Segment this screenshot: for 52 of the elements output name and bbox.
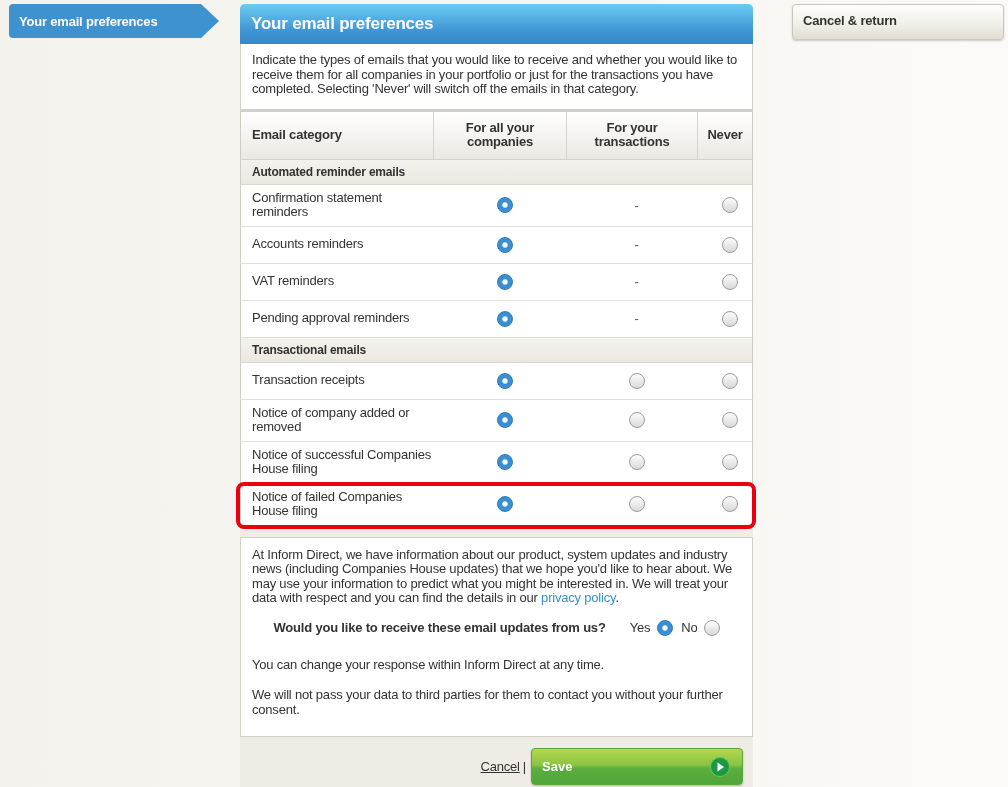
email-category-label: Notice of successful Companies House filing <box>251 445 432 478</box>
cancel-return-button[interactable]: Cancel & return <box>792 4 1004 40</box>
marketing-paragraph: At Inform Direct, we have information about our product, system updates and industry news (including Companies House updates) that we hope you'd like to hear about. We may use your information to predict what you might be interested in. We will treat your data with respect and you can find the details in our privacy policy. <box>252 547 734 606</box>
play-circle-icon <box>710 756 730 777</box>
radio-button[interactable] <box>496 454 513 470</box>
radio-button[interactable] <box>496 310 513 327</box>
panel-title: Your email preferences <box>251 14 434 34</box>
column-header: For your transactions <box>566 111 697 159</box>
radio-button[interactable] <box>721 496 738 512</box>
radio-button[interactable] <box>721 273 738 290</box>
dash-text: - <box>634 274 639 289</box>
email-category-label: Transaction receipts <box>251 371 366 390</box>
column-header: Email category <box>251 125 343 144</box>
radio-button[interactable] <box>657 619 674 636</box>
radio-button[interactable] <box>628 454 645 470</box>
radio-button[interactable] <box>721 197 738 213</box>
radio-button[interactable] <box>721 372 738 389</box>
note-text: You can change your response within Inform Direct at any time. <box>252 657 606 672</box>
radio-button[interactable] <box>496 412 513 428</box>
column-header: For all your companies <box>433 111 566 159</box>
consent-question: Would you like to receive these email updates from us? <box>273 620 606 635</box>
cancel-link[interactable]: Cancel <box>480 759 520 774</box>
option-label[interactable]: Yes <box>629 620 651 635</box>
radio-button[interactable] <box>628 372 645 389</box>
email-category-label: Notice of company added or removed <box>251 403 411 436</box>
radio-button[interactable] <box>496 372 513 389</box>
radio-button[interactable] <box>721 236 738 253</box>
radio-button[interactable] <box>704 619 721 636</box>
radio-button[interactable] <box>628 412 645 428</box>
group-header: Automated reminder emails <box>240 159 753 185</box>
radio-button[interactable] <box>496 273 513 290</box>
group-header: Transactional emails <box>240 337 753 363</box>
radio-button[interactable] <box>721 454 738 470</box>
dash-text: - <box>634 237 639 252</box>
radio-button[interactable] <box>721 310 738 327</box>
radio-button[interactable] <box>628 496 645 512</box>
column-header: Never <box>697 111 752 159</box>
note-text: We will not pass your data to third parties for them to contact you without your further consent. <box>252 688 724 717</box>
email-category-label: Notice of failed Companies House filing <box>251 487 404 520</box>
radio-button[interactable] <box>496 236 513 253</box>
dash-text: - <box>634 311 639 326</box>
radio-button[interactable] <box>496 197 513 213</box>
radio-button[interactable] <box>496 496 513 512</box>
email-category-label: Confirmation statement reminders <box>251 188 383 221</box>
email-category-label: VAT reminders <box>251 272 335 291</box>
radio-button[interactable] <box>721 412 738 428</box>
dash-text: - <box>634 197 639 213</box>
intro-text: Indicate the types of emails that you would like to receive and whether you would like to receive them for all companies in your portfolio or just for the transactions you have completed. Selecting 'Never' will switch off the emails in that category. <box>252 53 739 97</box>
option-label[interactable]: No <box>681 620 698 635</box>
separator-text: | <box>522 759 526 774</box>
email-category-label: Pending approval reminders <box>251 309 411 328</box>
email-category-label: Accounts reminders <box>251 235 365 254</box>
